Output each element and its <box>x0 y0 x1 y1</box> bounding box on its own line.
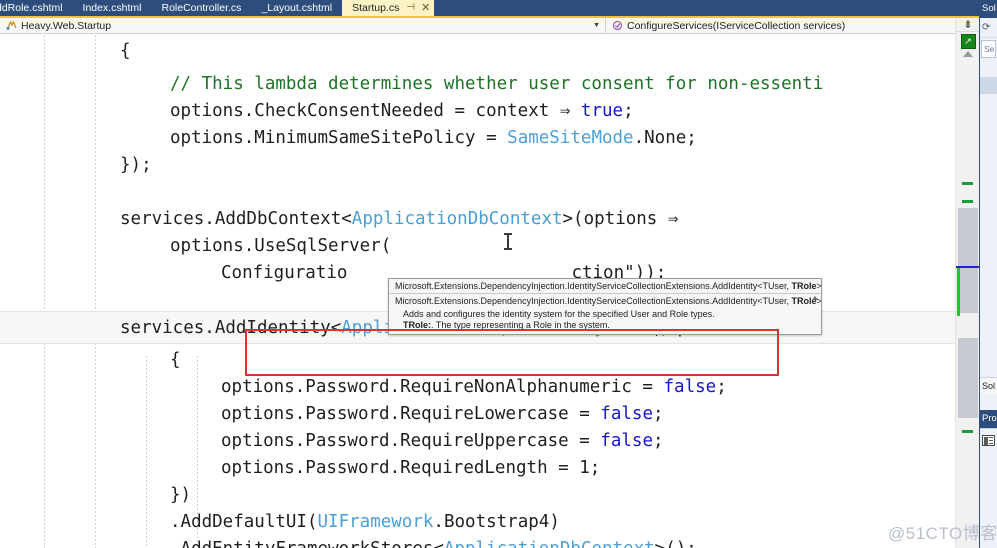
code-token: false <box>600 431 653 451</box>
code-token: { <box>170 350 181 370</box>
chevron-down-icon[interactable]: ▼ <box>593 18 600 33</box>
code-token: options.CheckConsentNeeded = context ⇒ <box>170 101 581 121</box>
intellisense-quick-info: Microsoft.Extensions.DependencyInjection… <box>388 278 822 335</box>
tab-label: _Layout.cshtml <box>261 2 333 14</box>
tab-startup-cs[interactable]: Startup.cs ⊣ ✕ <box>342 0 435 16</box>
refresh-icon[interactable]: ⟳ <box>982 22 990 33</box>
editor-tab-strip: ddRole.cshtml Index.cshtml RoleControlle… <box>0 0 997 16</box>
scrollbar-thumb[interactable] <box>958 338 978 418</box>
code-token: false <box>663 377 717 397</box>
split-view-icon[interactable]: ⇟ <box>956 18 980 32</box>
code-token: UIFramework <box>317 512 434 532</box>
code-token: false <box>600 404 653 424</box>
saved-change-bar <box>957 268 960 316</box>
properties-panel-body <box>980 428 997 548</box>
right-tool-window-dock: Sol ⟳ Se Sol Pro <box>979 0 997 548</box>
code-token: options.MinimumSameSitePolicy = <box>170 128 508 148</box>
scroll-up-icon[interactable] <box>812 296 818 300</box>
method-icon <box>612 20 623 31</box>
code-token: >(options ⇒ <box>562 209 679 229</box>
code-token: options.UseSqlServer( <box>170 236 392 256</box>
tab-label: ddRole.cshtml <box>0 2 63 14</box>
tree-row[interactable] <box>980 60 997 77</box>
code-token: ApplicationDbContext <box>351 209 563 229</box>
text-cursor-pointer <box>504 233 512 250</box>
tab-addrole-cshtml[interactable]: ddRole.cshtml <box>0 0 73 16</box>
intellisense-signature-row: Microsoft.Extensions.DependencyInjection… <box>395 296 821 306</box>
tab-layout-cshtml[interactable]: _Layout.cshtml <box>251 0 343 16</box>
code-token: true <box>580 101 624 121</box>
code-token: .AddDefaultUI( <box>170 512 318 532</box>
code-token: ApplicationDbContext <box>444 539 655 548</box>
code-token: { <box>120 41 131 61</box>
tab-label: Index.cshtml <box>82 2 142 14</box>
solution-explorer-toolbar: ⟳ <box>980 18 997 38</box>
scroll-up-arrow-icon[interactable] <box>963 51 973 57</box>
intellisense-parameter-doc: TRole:. The type representing a Role in … <box>389 320 821 332</box>
project-scope-label: Heavy.Web.Startup <box>21 19 112 32</box>
intellisense-signature-header: Microsoft.Extensions.DependencyInjection… <box>389 279 821 294</box>
code-token: .AddEntityFrameworkStores< <box>170 539 444 548</box>
tab-strip-empty-area <box>434 0 975 16</box>
change-marker <box>962 430 973 433</box>
scrollbar-top-buttons: ⇟ ↗ <box>956 18 980 57</box>
member-scope-dropdown[interactable]: ConfigureServices(IServiceCollection ser… <box>606 18 979 33</box>
code-navigation-bar: Heavy.Web.Startup ▼ ConfigureServices(IS… <box>0 18 979 34</box>
code-token: SameSiteMode <box>507 128 634 148</box>
code-token: options.Password.RequiredLength = 1; <box>221 458 601 478</box>
code-token: .None; <box>633 128 697 148</box>
code-line[interactable]: { <box>0 35 955 68</box>
intellisense-description: Adds and configures the identity system … <box>403 309 715 319</box>
tab-index-cshtml[interactable]: Index.cshtml <box>72 0 152 16</box>
properties-panel-title: Pro <box>980 410 997 428</box>
namespace-icon <box>6 20 17 31</box>
code-token: ; <box>623 101 634 121</box>
tab-label: Startup.cs <box>352 2 400 14</box>
code-token: ; <box>716 377 727 397</box>
vertical-scrollbar[interactable]: ⇟ ↗ <box>955 18 980 548</box>
project-scope-dropdown[interactable]: Heavy.Web.Startup ▼ <box>0 18 606 33</box>
code-token: .Bootstrap4) <box>433 512 560 532</box>
intellisense-body: Microsoft.Extensions.DependencyInjection… <box>389 294 821 334</box>
change-marker <box>962 182 973 185</box>
intellisense-parameter-desc: . The type representing a Role in the sy… <box>431 320 610 330</box>
code-token: Configuratio <box>221 263 348 283</box>
code-token: services.AddIdentity< <box>120 318 342 338</box>
tab-rolecontroller-cs[interactable]: RoleController.cs <box>151 0 252 16</box>
member-scope-label: ConfigureServices(IServiceCollection ser… <box>627 19 846 32</box>
green-up-arrow-icon[interactable]: ↗ <box>960 34 976 49</box>
code-token: }); <box>120 155 152 175</box>
pin-icon[interactable]: ⊣ <box>406 3 415 13</box>
search-input[interactable]: Se <box>981 40 996 58</box>
code-line[interactable]: .AddEntityFrameworkStores<ApplicationDbC… <box>0 533 955 548</box>
code-token: >(); <box>655 539 697 548</box>
solution-explorer-tab[interactable]: Sol <box>980 377 997 394</box>
close-icon[interactable]: ✕ <box>421 3 430 14</box>
change-marker <box>962 200 973 203</box>
code-token: options.Password.RequireUppercase = <box>221 431 601 451</box>
solution-explorer-title: Sol <box>980 0 997 18</box>
visual-studio-window: ddRole.cshtml Index.cshtml RoleControlle… <box>0 0 997 548</box>
code-token: // This lambda determines whether user c… <box>170 74 824 94</box>
code-editor[interactable]: { // This lambda determines whether user … <box>0 35 955 548</box>
code-token: ; <box>652 431 664 451</box>
code-token: options.Password.RequireNonAlphanumeric … <box>221 377 664 397</box>
properties-grid-icon[interactable] <box>982 435 995 446</box>
scrollbar-thumb[interactable] <box>958 208 978 313</box>
code-token: options.Password.RequireLowercase = <box>221 404 601 424</box>
tab-label: RoleController.cs <box>161 2 242 14</box>
intellisense-parameter-name: TRole: <box>403 320 431 330</box>
code-token: }) <box>170 485 192 505</box>
tree-row[interactable] <box>980 77 997 94</box>
code-token: services.AddDbContext< <box>120 209 352 229</box>
code-token: ; <box>652 404 664 424</box>
